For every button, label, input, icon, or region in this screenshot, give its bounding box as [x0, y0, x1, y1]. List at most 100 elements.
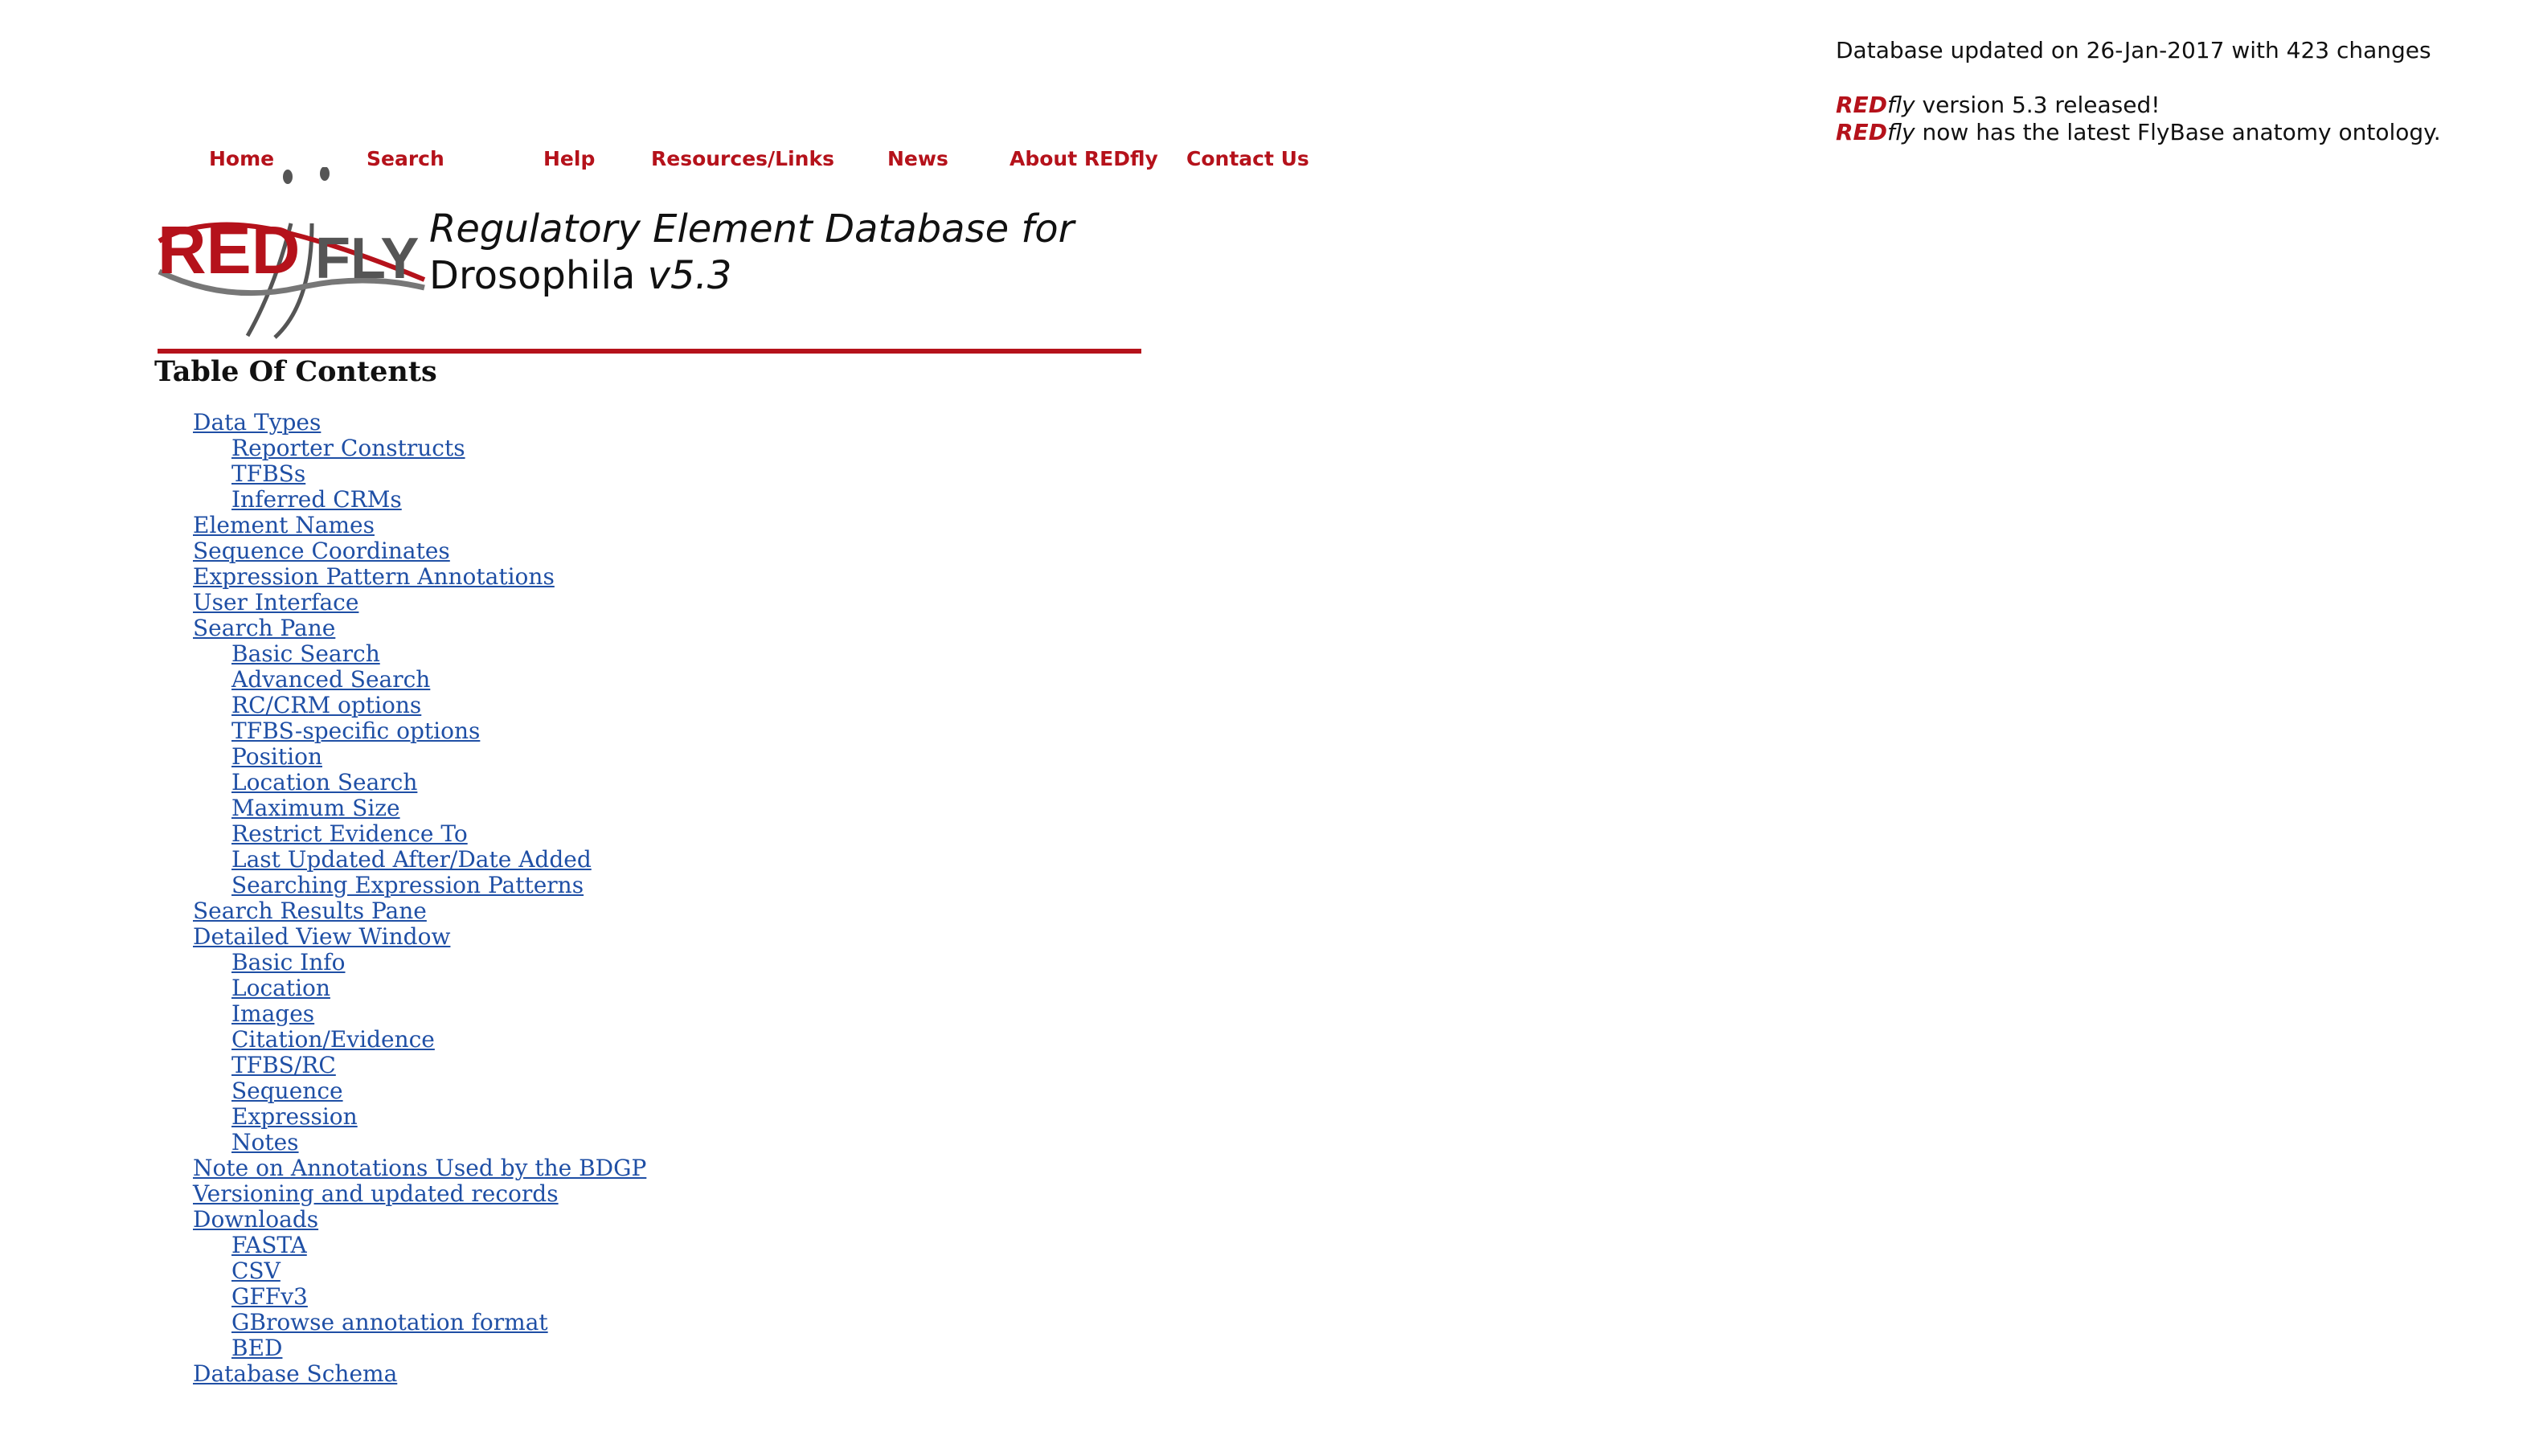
nav-contact-us[interactable]: Contact Us: [1186, 145, 1309, 174]
toc-item: Versioning and updated records: [0, 1181, 646, 1207]
toc-link[interactable]: Location: [231, 975, 330, 1001]
toc-item: Basic Search: [0, 641, 646, 667]
ontology-notice: REDfly now has the latest FlyBase anatom…: [1836, 119, 2441, 146]
toc-item: Data Types: [0, 410, 646, 436]
toc-link[interactable]: Versioning and updated records: [193, 1180, 559, 1207]
toc-link[interactable]: Note on Annotations Used by the BDGP: [193, 1155, 646, 1181]
toc-link[interactable]: Sequence: [231, 1078, 343, 1104]
toc-item: Location: [0, 975, 646, 1001]
toc-link[interactable]: GBrowse annotation format: [231, 1309, 548, 1335]
toc-heading: Table Of Contents: [154, 355, 437, 388]
toc-item: Detailed View Window: [0, 924, 646, 950]
nav-news[interactable]: News: [887, 145, 948, 174]
nav-resources-links[interactable]: Resources/Links: [651, 145, 834, 174]
toc-item: TFBS-specific options: [0, 718, 646, 744]
brand-fly-text: fly: [1886, 119, 1915, 145]
toc-link[interactable]: Searching Expression Patterns: [231, 872, 584, 898]
toc-item: TFBS/RC: [0, 1053, 646, 1078]
toc-link[interactable]: CSV: [231, 1258, 281, 1284]
site-title-version: v5.3: [647, 253, 732, 298]
toc-link[interactable]: Reporter Constructs: [231, 435, 465, 461]
toc-item: User Interface: [0, 590, 646, 616]
toc-item: Search Pane: [0, 616, 646, 641]
toc-item: Advanced Search: [0, 667, 646, 693]
site-title-line2: Drosophila v5.3: [429, 252, 1074, 299]
toc-link[interactable]: Citation/Evidence: [231, 1026, 435, 1053]
toc-link[interactable]: Element Names: [193, 512, 375, 538]
logo-fly-text: FLY: [315, 227, 419, 291]
toc-item: Database Schema: [0, 1361, 646, 1387]
toc-link[interactable]: RC/CRM options: [231, 692, 421, 718]
toc-link[interactable]: Expression: [231, 1103, 358, 1130]
toc-link[interactable]: TFBSs: [231, 460, 305, 487]
toc-item: Sequence Coordinates: [0, 538, 646, 564]
toc-link[interactable]: User Interface: [193, 589, 358, 616]
toc-link[interactable]: Basic Search: [231, 640, 380, 667]
toc-item: CSV: [0, 1258, 646, 1284]
toc-item: Images: [0, 1001, 646, 1027]
toc-link[interactable]: Position: [231, 743, 322, 770]
toc-link[interactable]: Basic Info: [231, 949, 346, 975]
toc-item: Restrict Evidence To: [0, 821, 646, 847]
brand-fly-text: fly: [1886, 92, 1915, 118]
toc-item: Reporter Constructs: [0, 436, 646, 461]
toc-item: GBrowse annotation format: [0, 1310, 646, 1335]
release-notice-text: version 5.3 released!: [1915, 92, 2160, 118]
logo-red-text: RED: [158, 212, 300, 288]
toc-item: Citation/Evidence: [0, 1027, 646, 1053]
nav-help[interactable]: Help: [543, 145, 595, 174]
toc-link[interactable]: Downloads: [193, 1206, 318, 1233]
toc-link[interactable]: Notes: [231, 1129, 299, 1155]
toc-item: Maximum Size: [0, 795, 646, 821]
update-notice: Database updated on 26-Jan-2017 with 423…: [1836, 37, 2441, 146]
toc-link[interactable]: Restrict Evidence To: [231, 820, 468, 847]
toc-link[interactable]: Images: [231, 1000, 314, 1027]
toc-item: Search Results Pane: [0, 898, 646, 924]
site-title-drosophila: Drosophila: [429, 253, 648, 298]
toc-item: Note on Annotations Used by the BDGP: [0, 1155, 646, 1181]
toc-link[interactable]: Inferred CRMs: [231, 486, 402, 513]
toc-link[interactable]: Maximum Size: [231, 795, 400, 821]
toc-link[interactable]: TFBS/RC: [231, 1052, 336, 1078]
toc-link[interactable]: BED: [231, 1335, 282, 1361]
toc-item: Expression: [0, 1104, 646, 1130]
toc-item: BED: [0, 1335, 646, 1361]
toc-link[interactable]: Expression Pattern Annotations: [193, 563, 555, 590]
toc-link[interactable]: GFFv3: [231, 1283, 308, 1310]
nav-about[interactable]: About REDfly: [1010, 145, 1158, 174]
toc-item: Downloads: [0, 1207, 646, 1233]
toc-link[interactable]: FASTA: [231, 1232, 307, 1258]
toc-item: Searching Expression Patterns: [0, 873, 646, 898]
toc-link[interactable]: Sequence Coordinates: [193, 538, 450, 564]
database-updated-text: Database updated on 26-Jan-2017 with 423…: [1836, 37, 2431, 63]
toc-link[interactable]: Detailed View Window: [193, 923, 450, 950]
toc-item: Position: [0, 744, 646, 770]
toc-link[interactable]: Advanced Search: [231, 666, 430, 693]
redfly-logo[interactable]: RED FLY: [154, 167, 428, 346]
toc-item: GFFv3: [0, 1284, 646, 1310]
toc-item: Notes: [0, 1130, 646, 1155]
toc-link[interactable]: Location Search: [231, 769, 417, 795]
toc-link[interactable]: Search Pane: [193, 615, 335, 641]
site-title-line1: Regulatory Element Database for: [429, 207, 1075, 252]
release-notice: REDfly version 5.3 released!: [1836, 92, 2441, 119]
toc-item: FASTA: [0, 1233, 646, 1258]
ontology-notice-text: now has the latest FlyBase anatomy ontol…: [1915, 119, 2441, 145]
brand-red-text: RED: [1836, 92, 1887, 118]
toc-item: RC/CRM options: [0, 693, 646, 718]
toc-item: Last Updated After/Date Added: [0, 847, 646, 873]
toc-link[interactable]: TFBS-specific options: [231, 718, 480, 744]
toc-item: Inferred CRMs: [0, 487, 646, 513]
toc-item: Basic Info: [0, 950, 646, 975]
toc-link[interactable]: Search Results Pane: [193, 898, 427, 924]
toc-link[interactable]: Last Updated After/Date Added: [231, 846, 592, 873]
toc-link[interactable]: Database Schema: [193, 1360, 397, 1387]
toc-link[interactable]: Data Types: [193, 409, 321, 436]
toc-item: Expression Pattern Annotations: [0, 564, 646, 590]
toc-item: Element Names: [0, 513, 646, 538]
toc-item: Location Search: [0, 770, 646, 795]
toc-list: Data Types Reporter Constructs TFBSs Inf…: [0, 410, 646, 1387]
toc-item: Sequence: [0, 1078, 646, 1104]
site-title: Regulatory Element Database for Drosophi…: [429, 206, 1074, 299]
toc-item: TFBSs: [0, 461, 646, 487]
